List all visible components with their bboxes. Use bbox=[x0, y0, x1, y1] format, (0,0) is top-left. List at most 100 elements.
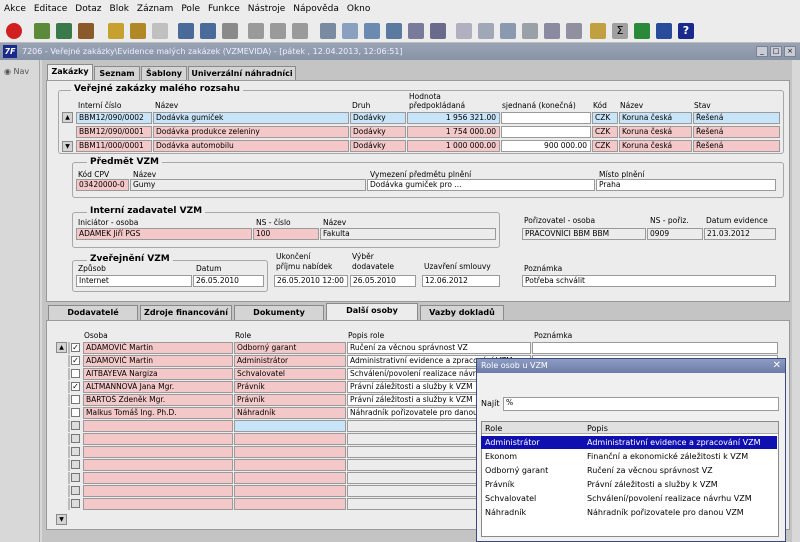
person-cell[interactable] bbox=[83, 498, 233, 510]
definition-field[interactable]: Dodávka gumiček pro ... bbox=[367, 179, 595, 191]
row-checkbox[interactable] bbox=[71, 447, 80, 456]
ns-field[interactable]: 100 bbox=[253, 228, 319, 240]
menu-item[interactable]: Záznam bbox=[137, 4, 173, 14]
role-cell[interactable]: Náhradník bbox=[234, 407, 346, 419]
cell-kind[interactable]: Dodávky bbox=[350, 126, 406, 138]
menu-item[interactable]: Akce bbox=[4, 4, 26, 14]
cell-currency[interactable]: Koruna česká bbox=[619, 140, 692, 152]
menu-item[interactable]: Dotaz bbox=[75, 4, 101, 14]
find-input[interactable]: % bbox=[503, 397, 779, 411]
new-record-icon[interactable] bbox=[34, 23, 50, 39]
chart-icon[interactable] bbox=[566, 23, 582, 39]
person-cell[interactable] bbox=[83, 459, 233, 471]
tab-univerzalni-nahradnici[interactable]: Univerzální náhradníci bbox=[188, 66, 296, 81]
internal-name-field[interactable]: Fakulta bbox=[320, 228, 496, 240]
initiator-field[interactable]: ADÁMEK Jiří PGS bbox=[76, 228, 252, 240]
creator-field[interactable]: PRACOVNÍCI BBM BBM bbox=[522, 228, 646, 240]
copy-icon[interactable] bbox=[342, 23, 358, 39]
role-option[interactable]: Odborný garant Ručení za věcnou správnost… bbox=[481, 464, 777, 477]
tab-vazby-dokladu[interactable]: Vazby dokladů bbox=[420, 305, 504, 320]
role-cell[interactable] bbox=[234, 446, 346, 458]
sort-asc-icon[interactable] bbox=[178, 23, 194, 39]
query-icon[interactable] bbox=[108, 23, 124, 39]
person-cell[interactable]: ADAMOVIČ Martin bbox=[83, 355, 233, 367]
role-cell[interactable]: Administrátor bbox=[234, 355, 346, 367]
row-checkbox[interactable] bbox=[71, 460, 80, 469]
role-option[interactable]: Právník Právní záležitosti a služby k VZM bbox=[481, 478, 777, 491]
cell-kind[interactable]: Dodávky bbox=[350, 112, 406, 124]
cell-state[interactable]: Řešená bbox=[693, 140, 780, 152]
tab-sablony[interactable]: Šablony bbox=[141, 66, 187, 81]
help-icon[interactable]: ? bbox=[678, 23, 694, 39]
list-icon[interactable] bbox=[408, 23, 424, 39]
person-cell[interactable]: ADAMOVIČ Martin bbox=[83, 342, 233, 354]
cell-internal-no[interactable]: BBM11/000/0001 bbox=[76, 140, 152, 152]
table-icon[interactable] bbox=[500, 23, 516, 39]
paste-icon[interactable] bbox=[364, 23, 380, 39]
menu-item[interactable]: Nástroje bbox=[248, 4, 286, 14]
filter-icon[interactable] bbox=[222, 23, 238, 39]
subject-name-field[interactable]: Gumy bbox=[130, 179, 366, 191]
person-cell[interactable]: ALTMANNOVÁ Jana Mgr. bbox=[83, 381, 233, 393]
close-icon[interactable]: ✕ bbox=[773, 360, 781, 371]
role-cell[interactable] bbox=[234, 433, 346, 445]
tab-dalsi-osoby[interactable]: Další osoby bbox=[326, 303, 418, 320]
cpv-field[interactable]: 03420000-0 bbox=[76, 179, 129, 191]
tab-seznam[interactable]: Seznam bbox=[94, 66, 140, 81]
tab-zdroje-financovani[interactable]: Zdroje financování bbox=[140, 305, 232, 320]
calc-icon[interactable] bbox=[590, 23, 606, 39]
cell-internal-no[interactable]: BBM12/090/0001 bbox=[76, 126, 152, 138]
cell-currency[interactable]: Koruna česká bbox=[619, 112, 692, 124]
row-checkbox[interactable] bbox=[71, 434, 80, 443]
menu-item[interactable]: Okno bbox=[347, 4, 371, 14]
scroll-up-icon[interactable]: ▲ bbox=[56, 342, 67, 353]
note-field[interactable]: Potřeba schválit bbox=[522, 275, 776, 287]
role-option[interactable]: Ekonom Finanční a ekonomické záležitosti … bbox=[481, 450, 777, 463]
first-icon[interactable] bbox=[248, 23, 264, 39]
clear-icon[interactable] bbox=[152, 23, 168, 39]
menu-item[interactable]: Funkce bbox=[208, 4, 240, 14]
find-icon[interactable] bbox=[386, 23, 402, 39]
prev-icon[interactable] bbox=[270, 23, 286, 39]
role-option[interactable]: Náhradník Náhradník pořizovatele pro dano… bbox=[481, 506, 777, 519]
cell-agreed[interactable] bbox=[501, 126, 591, 138]
scroll-down-icon[interactable]: ▼ bbox=[62, 141, 73, 152]
cell-name[interactable]: Dodávka gumiček bbox=[153, 112, 349, 124]
person-cell[interactable]: Malkus Tomáš Ing. Ph.D. bbox=[83, 407, 233, 419]
cell-name[interactable]: Dodávka automobilu bbox=[153, 140, 349, 152]
person-cell[interactable]: AITBAYEVA Nargiza bbox=[83, 368, 233, 380]
date-evidence-field[interactable]: 21.03.2012 bbox=[704, 228, 776, 240]
menu-item[interactable]: Nápověda bbox=[293, 4, 339, 14]
row-checkbox[interactable]: ✓ bbox=[71, 356, 80, 365]
excel-icon[interactable] bbox=[634, 23, 650, 39]
role-desc-cell[interactable]: Ručení za věcnou správnost VZ bbox=[347, 342, 531, 354]
role-cell[interactable] bbox=[234, 498, 346, 510]
row-checkbox[interactable] bbox=[71, 499, 80, 508]
minimize-icon[interactable]: _ bbox=[756, 46, 768, 57]
select-field[interactable]: 26.05.2010 bbox=[350, 275, 416, 287]
cell-kind[interactable]: Dodávky bbox=[350, 140, 406, 152]
cut-icon[interactable] bbox=[320, 23, 336, 39]
row-checkbox[interactable] bbox=[71, 395, 80, 404]
cell-estimated[interactable]: 1 754 000.00 bbox=[407, 126, 500, 138]
end-field[interactable]: 26.05.2010 12:00 bbox=[274, 275, 348, 287]
sort-desc-icon[interactable] bbox=[200, 23, 216, 39]
cell-agreed[interactable]: 900 000.00 bbox=[501, 140, 591, 152]
scroll-up-icon[interactable]: ▲ bbox=[62, 112, 73, 123]
menu-item[interactable]: Blok bbox=[110, 4, 129, 14]
role-cell[interactable]: Právník bbox=[234, 394, 346, 406]
person-note-cell[interactable] bbox=[532, 342, 778, 354]
row-checkbox[interactable] bbox=[71, 421, 80, 430]
exit-icon[interactable] bbox=[6, 23, 22, 39]
row-checkbox[interactable]: ✓ bbox=[71, 343, 80, 352]
role-option[interactable]: Administrátor Administrativní evidence a … bbox=[481, 436, 777, 449]
layout-icon[interactable] bbox=[478, 23, 494, 39]
cell-code[interactable]: CZK bbox=[592, 112, 618, 124]
settings-icon[interactable] bbox=[522, 23, 538, 39]
cell-state[interactable]: Řešená bbox=[693, 126, 780, 138]
cell-code[interactable]: CZK bbox=[592, 126, 618, 138]
cell-estimated[interactable]: 1 956 321.00 bbox=[407, 112, 500, 124]
row-checkbox[interactable] bbox=[71, 473, 80, 482]
menu-item[interactable]: Pole bbox=[181, 4, 200, 14]
person-cell[interactable] bbox=[83, 446, 233, 458]
